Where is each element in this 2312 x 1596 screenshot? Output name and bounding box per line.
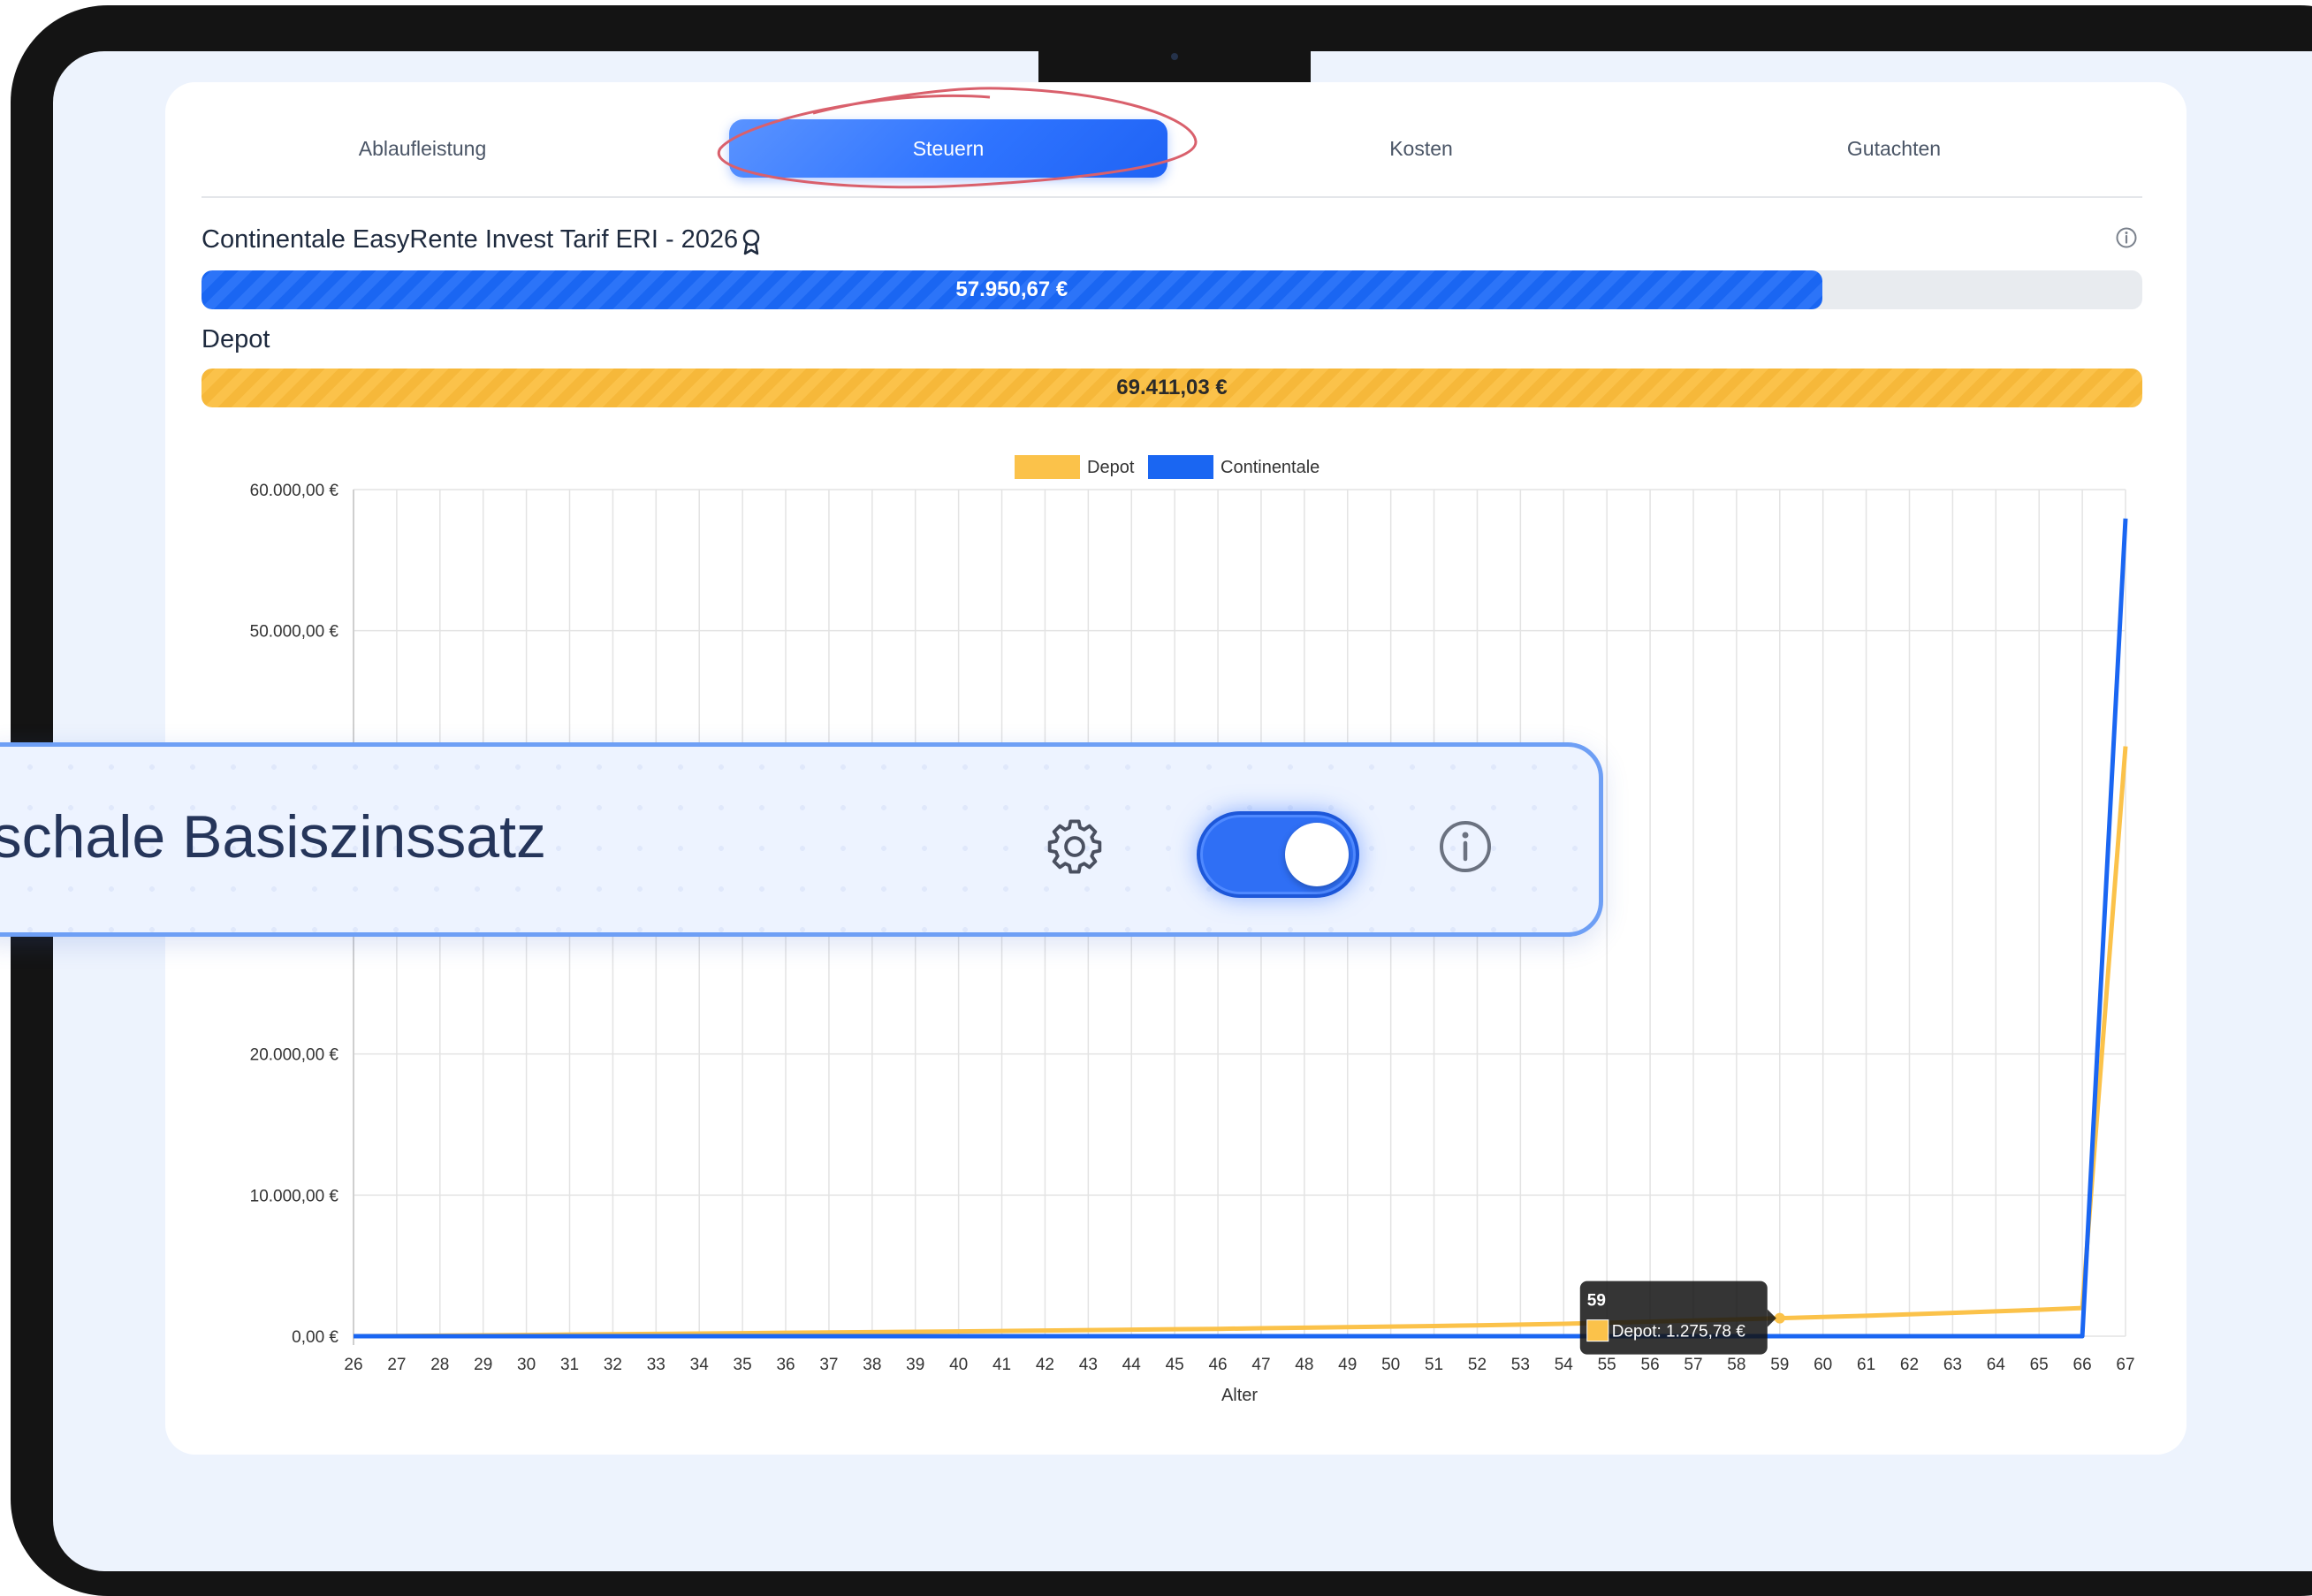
x-tick-label: 33: [647, 1356, 665, 1374]
x-tick-label: 48: [1295, 1356, 1313, 1374]
setting-label: Pauschale Basiszinssatz: [0, 803, 546, 870]
x-tick-label: 35: [734, 1356, 752, 1374]
x-tick-label: 43: [1079, 1356, 1098, 1374]
x-tick-label: 61: [1857, 1356, 1875, 1374]
y-tick-label: 50.000,00 €: [250, 623, 339, 642]
x-tick-label: 38: [863, 1356, 881, 1374]
x-tick-label: 39: [906, 1356, 924, 1374]
x-tick-label: 27: [387, 1356, 406, 1374]
x-tick-label: 37: [819, 1356, 838, 1374]
x-tick-label: 46: [1208, 1356, 1227, 1374]
x-tick-label: 32: [604, 1356, 622, 1374]
x-tick-label: 64: [1987, 1356, 2006, 1374]
x-tick-label: 30: [517, 1356, 536, 1374]
x-tick-label: 57: [1684, 1356, 1702, 1374]
x-tick-label: 52: [1468, 1356, 1487, 1374]
x-tick-label: 67: [2116, 1356, 2134, 1374]
toggle-knob: [1285, 823, 1349, 886]
x-tick-label: 51: [1425, 1356, 1443, 1374]
x-tick-label: 65: [2030, 1356, 2049, 1374]
x-tick-label: 58: [1727, 1356, 1745, 1374]
x-tick-label: 54: [1555, 1356, 1574, 1374]
y-tick-label: 0,00 €: [292, 1328, 338, 1347]
x-tick-label: 66: [2073, 1356, 2092, 1374]
legend-swatch-depot: [1015, 455, 1080, 479]
x-tick-label: 29: [474, 1356, 492, 1374]
x-tick-label: 44: [1122, 1356, 1142, 1374]
x-tick-label: 56: [1641, 1356, 1660, 1374]
tooltip-text: Depot: 1.275,78 €: [1612, 1323, 1745, 1341]
x-tick-label: 63: [1943, 1356, 1962, 1374]
x-tick-label: 59: [1770, 1356, 1789, 1374]
x-axis-label: Alter: [1221, 1386, 1258, 1405]
x-tick-label: 34: [690, 1356, 710, 1374]
tooltip-title: 59: [1587, 1292, 1606, 1311]
x-tick-label: 60: [1814, 1356, 1832, 1374]
x-tick-label: 28: [430, 1356, 449, 1374]
x-tick-label: 53: [1511, 1356, 1530, 1374]
y-tick-label: 10.000,00 €: [250, 1187, 339, 1205]
x-tick-label: 41: [992, 1356, 1011, 1374]
y-tick-label: 20.000,00 €: [250, 1046, 339, 1065]
x-tick-label: 26: [344, 1356, 362, 1374]
y-tick-label: 60.000,00 €: [250, 482, 339, 500]
x-tick-label: 55: [1598, 1356, 1616, 1374]
x-tick-label: 31: [560, 1356, 579, 1374]
legend-label: Continentale: [1221, 458, 1320, 477]
x-tick-label: 42: [1036, 1356, 1054, 1374]
tooltip-caret: [1767, 1309, 1776, 1327]
x-tick-label: 47: [1251, 1356, 1270, 1374]
tooltip-box: [1579, 1281, 1768, 1355]
x-tick-label: 49: [1338, 1356, 1357, 1374]
basiszins-toggle[interactable]: [1197, 811, 1359, 898]
x-tick-label: 45: [1166, 1356, 1184, 1374]
legend-label: Depot: [1087, 458, 1135, 477]
tooltip-swatch: [1586, 1319, 1609, 1342]
x-tick-label: 40: [949, 1356, 968, 1374]
x-tick-label: 36: [776, 1356, 795, 1374]
x-tick-label: 62: [1900, 1356, 1919, 1374]
legend-swatch-continentale: [1148, 455, 1213, 479]
info-icon[interactable]: [1438, 819, 1493, 874]
gear-icon[interactable]: [1046, 817, 1104, 876]
x-tick-label: 50: [1381, 1356, 1400, 1374]
